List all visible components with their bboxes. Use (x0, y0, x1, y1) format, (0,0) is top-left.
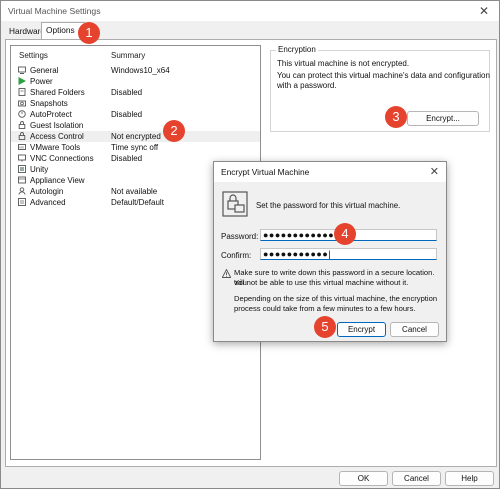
encrypt-button[interactable]: Encrypt... (407, 111, 479, 126)
list-item-value: Disabled (111, 88, 143, 97)
encryption-group-title: Encryption (276, 45, 318, 54)
list-item-value: Not encrypted (111, 132, 161, 141)
dialog-title: Encrypt Virtual Machine (221, 167, 310, 177)
confirm-input[interactable]: ●●●●●●●●●●●| (260, 248, 437, 260)
info-text-line1: Depending on the size of this virtual ma… (234, 294, 438, 303)
svg-text:vm: vm (19, 146, 24, 150)
vnc-icon (18, 154, 26, 162)
list-item-value: Windows10_x64 (111, 66, 170, 75)
list-item-power[interactable]: Power (11, 76, 260, 87)
list-item-value: Disabled (111, 154, 143, 163)
close-icon[interactable]: ✕ (479, 4, 489, 18)
title-bar: Virtual Machine Settings ✕ (1, 1, 499, 21)
autologin-icon (18, 187, 26, 195)
list-item-label: VMware Tools (30, 143, 81, 152)
encryption-description-line2: with a password. (277, 81, 337, 90)
list-item-label: Unity (30, 165, 49, 174)
step-badge-2: 2 (163, 120, 185, 142)
advanced-icon (18, 198, 26, 206)
dialog-title-bar: Encrypt Virtual Machine ✕ (214, 162, 446, 182)
list-item-autoprotect[interactable]: AutoProtect Disabled (11, 109, 260, 120)
vmware-tools-icon: vm (18, 144, 26, 150)
list-item-label: General (30, 66, 59, 75)
step-badge-5: 5 (314, 316, 336, 338)
confirm-label: Confirm: (221, 251, 252, 260)
unity-icon (18, 165, 26, 173)
list-item-label: Power (30, 77, 53, 86)
encryption-status: This virtual machine is not encrypted. (277, 59, 410, 68)
list-item-shared-folders[interactable]: Shared Folders Disabled (11, 87, 260, 98)
encryption-description-line1: You can protect this virtual machine's d… (277, 71, 490, 80)
dialog-encrypt-button[interactable]: Encrypt (337, 322, 386, 337)
dialog-instruction: Set the password for this virtual machin… (256, 201, 401, 210)
list-item-label: AutoProtect (30, 110, 72, 119)
list-item-label: VNC Connections (30, 154, 94, 163)
encrypt-vm-dialog: Encrypt Virtual Machine ✕ Set the passwo… (213, 161, 447, 342)
settings-header: Settings (19, 51, 48, 60)
password-label: Password: (221, 232, 259, 241)
list-item-label: Shared Folders (30, 88, 85, 97)
snapshots-icon (18, 100, 26, 107)
encrypt-vm-icon (222, 191, 248, 217)
list-item-access-control[interactable]: Access Control Not encrypted (11, 131, 260, 142)
warning-text-line2: will not be able to use this virtual mac… (234, 278, 409, 287)
step-badge-3: 3 (385, 106, 407, 128)
appliance-view-icon (18, 176, 26, 184)
step-badge-1: 1 (78, 22, 100, 44)
lock-icon (18, 132, 26, 140)
list-item-label: Advanced (30, 198, 66, 207)
list-item-label: Access Control (30, 132, 84, 141)
summary-header: Summary (111, 51, 146, 60)
list-item-label: Guest Isolation (30, 121, 84, 130)
warning-icon (222, 269, 231, 278)
list-item-vmware-tools[interactable]: vm VMware Tools Time sync off (11, 142, 260, 153)
list-item-guest-isolation[interactable]: Guest Isolation (11, 120, 260, 131)
dialog-close-icon[interactable]: ✕ (430, 165, 439, 178)
window-title: Virtual Machine Settings (8, 6, 101, 16)
shared-folders-icon (18, 88, 26, 96)
autoprotect-icon (18, 110, 26, 118)
step-badge-4: 4 (334, 223, 356, 245)
general-icon (18, 66, 26, 74)
dialog-cancel-button[interactable]: Cancel (390, 322, 439, 337)
list-item-value: Time sync off (111, 143, 159, 152)
list-item-snapshots[interactable]: Snapshots (11, 98, 260, 109)
guest-isolation-icon (18, 121, 26, 129)
list-item-value: Default/Default (111, 198, 164, 207)
ok-button[interactable]: OK (339, 471, 388, 486)
power-icon (18, 77, 26, 85)
list-item-value: Not available (111, 187, 158, 196)
list-item-label: Appliance View (30, 176, 85, 185)
cancel-button[interactable]: Cancel (392, 471, 441, 486)
list-item-label: Snapshots (30, 99, 68, 108)
help-button[interactable]: Help (445, 471, 494, 486)
list-item-label: Autologin (30, 187, 64, 196)
list-item-general[interactable]: General Windows10_x64 (11, 65, 260, 76)
list-item-value: Disabled (111, 110, 143, 119)
info-text-line2: process could take from a few minutes to… (234, 304, 416, 313)
